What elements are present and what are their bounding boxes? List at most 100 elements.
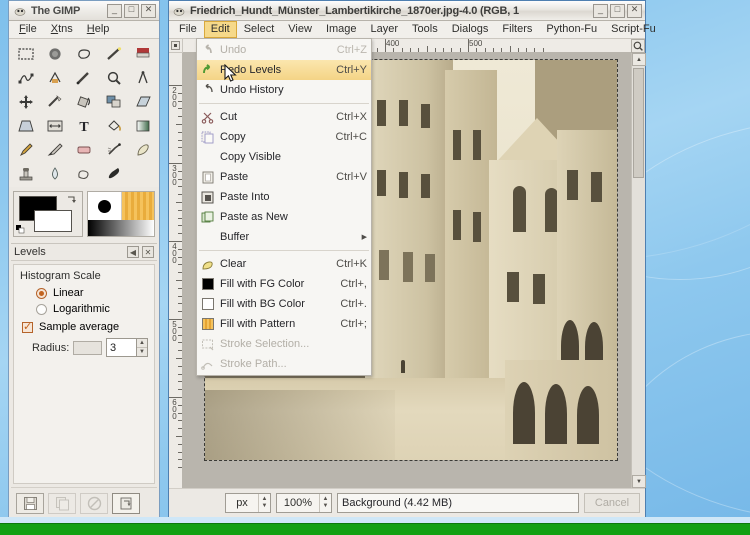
menu-item-fill-with-bg-color[interactable]: Fill with BG Color Ctrl+. bbox=[197, 294, 371, 314]
brush-preview[interactable] bbox=[88, 192, 122, 220]
fuzzy-select-tool[interactable] bbox=[41, 42, 69, 65]
text-tool[interactable]: T bbox=[70, 114, 98, 137]
toolbox-window[interactable]: The GIMP _ □ ✕ FFileile Xtns Help bbox=[8, 0, 160, 521]
menu-item-cut[interactable]: Cut Ctrl+X bbox=[197, 107, 371, 127]
rect-select-tool[interactable] bbox=[12, 42, 40, 65]
image-window-titlebar[interactable]: Friedrich_Hundt_Münster_Lambertikirche_1… bbox=[169, 1, 645, 21]
swap-colors-icon[interactable] bbox=[66, 194, 78, 206]
color-picker-tool[interactable] bbox=[129, 42, 157, 65]
bucket-fill-tool[interactable] bbox=[100, 114, 128, 137]
menu-xtns[interactable]: Xtns bbox=[44, 21, 80, 38]
radio-logarithmic-indicator[interactable] bbox=[36, 303, 47, 315]
blur-tool[interactable] bbox=[41, 162, 69, 185]
menu-view[interactable]: View bbox=[281, 21, 319, 38]
collapse-icon[interactable]: ◀ bbox=[127, 246, 139, 258]
radio-linear[interactable]: Linear bbox=[36, 287, 148, 299]
pattern-preview[interactable] bbox=[121, 192, 154, 220]
menu-item-clear[interactable]: Clear Ctrl+K bbox=[197, 254, 371, 274]
menu-file[interactable]: File bbox=[172, 21, 204, 38]
clone-tool[interactable] bbox=[12, 162, 40, 185]
no-entry-icon[interactable] bbox=[80, 493, 108, 514]
move-tool[interactable] bbox=[12, 90, 40, 113]
gradient-tool[interactable] bbox=[129, 114, 157, 137]
menu-item-redo-levels[interactable]: Redo Levels Ctrl+Y bbox=[197, 60, 371, 80]
minimize-button[interactable]: _ bbox=[107, 3, 122, 18]
radio-logarithmic[interactable]: Logarithmic bbox=[36, 303, 148, 315]
gradient-preview[interactable] bbox=[88, 220, 154, 236]
menu-item-fill-with-pattern[interactable]: Fill with Pattern Ctrl+; bbox=[197, 314, 371, 334]
menu-layer[interactable]: Layer bbox=[364, 21, 406, 38]
perspective-tool[interactable] bbox=[12, 114, 40, 137]
shear-tool[interactable] bbox=[129, 90, 157, 113]
zoom-image-button[interactable] bbox=[631, 39, 645, 53]
maximize-button[interactable]: □ bbox=[610, 3, 625, 18]
zoom-tool[interactable] bbox=[100, 66, 128, 89]
brush-pattern-gradient[interactable] bbox=[87, 191, 155, 237]
measure-tool[interactable] bbox=[41, 66, 69, 89]
menu-item-paste[interactable]: Paste Ctrl+V bbox=[197, 167, 371, 187]
menu-select[interactable]: Select bbox=[237, 21, 282, 38]
menu-item-paste-as-new[interactable]: Paste as New bbox=[197, 207, 371, 227]
radius-control[interactable]: Radius: 3 ▲ ▼ bbox=[32, 338, 148, 357]
edit-dropdown-menu[interactable]: Undo Ctrl+Z Redo Levels Ctrl+Y Undo History C… bbox=[196, 38, 372, 376]
refresh-icon[interactable] bbox=[112, 493, 140, 514]
scroll-up-arrow[interactable]: ▲ bbox=[632, 53, 646, 66]
smudge-tool[interactable] bbox=[70, 162, 98, 185]
pencil-tool[interactable] bbox=[12, 138, 40, 161]
taskbar[interactable] bbox=[0, 523, 750, 535]
radius-value[interactable]: 3 bbox=[106, 338, 136, 357]
copy-icon[interactable] bbox=[48, 493, 76, 514]
zoom-selector[interactable]: 100% ▲ ▼ bbox=[276, 492, 332, 513]
free-select-tool[interactable] bbox=[70, 42, 98, 65]
vertical-scrollbar[interactable]: ▲ ▼ bbox=[631, 53, 646, 488]
scale-tool[interactable] bbox=[100, 90, 128, 113]
color-swatches[interactable] bbox=[13, 191, 83, 237]
menu-script-fu[interactable]: Script-Fu bbox=[604, 21, 663, 38]
minimize-button[interactable]: _ bbox=[593, 3, 608, 18]
align-tool[interactable] bbox=[129, 66, 157, 89]
crop-tool[interactable] bbox=[41, 90, 69, 113]
image-window-menubar[interactable]: File Edit Select View Image Layer Tools … bbox=[169, 21, 656, 39]
maximize-button[interactable]: □ bbox=[124, 3, 139, 18]
zoom-spin-icon[interactable]: ▲ ▼ bbox=[319, 493, 331, 512]
paths-tool[interactable] bbox=[12, 66, 40, 89]
ink-tool[interactable] bbox=[70, 66, 98, 89]
toolbox-titlebar[interactable]: The GIMP _ □ ✕ bbox=[9, 1, 159, 21]
close-button[interactable]: ✕ bbox=[141, 3, 156, 18]
scroll-down-arrow[interactable]: ▼ bbox=[632, 475, 646, 488]
menu-item-undo-history[interactable]: Undo History bbox=[197, 80, 371, 100]
radius-spin-buttons[interactable]: ▲ ▼ bbox=[136, 338, 148, 357]
menu-item-fill-with-fg-color[interactable]: Fill with FG Color Ctrl+, bbox=[197, 274, 371, 294]
background-color-swatch[interactable] bbox=[34, 210, 72, 232]
menu-item-paste-into[interactable]: Paste Into bbox=[197, 187, 371, 207]
menu-item-copy-visible[interactable]: Copy Visible bbox=[197, 147, 371, 167]
levels-dock-footer[interactable] bbox=[11, 487, 157, 519]
close-button[interactable]: ✕ bbox=[627, 3, 642, 18]
menu-item-copy[interactable]: Copy Ctrl+C bbox=[197, 127, 371, 147]
eraser-tool[interactable] bbox=[70, 138, 98, 161]
tool-grid[interactable]: T bbox=[9, 39, 159, 187]
sample-average-checkbox[interactable]: Sample average bbox=[22, 320, 148, 333]
radio-linear-indicator[interactable] bbox=[36, 287, 47, 299]
radius-slider[interactable] bbox=[73, 340, 102, 355]
unit-selector[interactable]: px ▲ ▼ bbox=[225, 492, 271, 513]
reset-colors-icon[interactable] bbox=[16, 225, 25, 234]
menu-python-fu[interactable]: Python-Fu bbox=[539, 21, 604, 38]
flip-tool[interactable] bbox=[41, 114, 69, 137]
vertical-scroll-thumb[interactable] bbox=[633, 68, 644, 178]
menu-edit[interactable]: Edit bbox=[203, 21, 237, 38]
close-icon[interactable]: ✕ bbox=[142, 246, 154, 258]
ink-pen-tool[interactable] bbox=[129, 138, 157, 161]
dodge-burn-tool[interactable] bbox=[100, 162, 128, 185]
menu-filters[interactable]: Filters bbox=[495, 21, 539, 38]
paintbrush-tool[interactable] bbox=[41, 138, 69, 161]
save-icon[interactable] bbox=[16, 493, 44, 514]
menu-image[interactable]: Image bbox=[319, 21, 364, 38]
rotate-tool[interactable] bbox=[70, 90, 98, 113]
menu-help[interactable]: Help bbox=[80, 21, 117, 38]
cancel-button[interactable]: Cancel bbox=[584, 492, 640, 513]
scissors-select-tool[interactable] bbox=[100, 42, 128, 65]
toolbox-menubar[interactable]: FFileile Xtns Help bbox=[9, 21, 159, 39]
radius-stepper[interactable]: 3 ▲ ▼ bbox=[106, 338, 148, 357]
ruler-corner-button[interactable] bbox=[169, 39, 183, 53]
